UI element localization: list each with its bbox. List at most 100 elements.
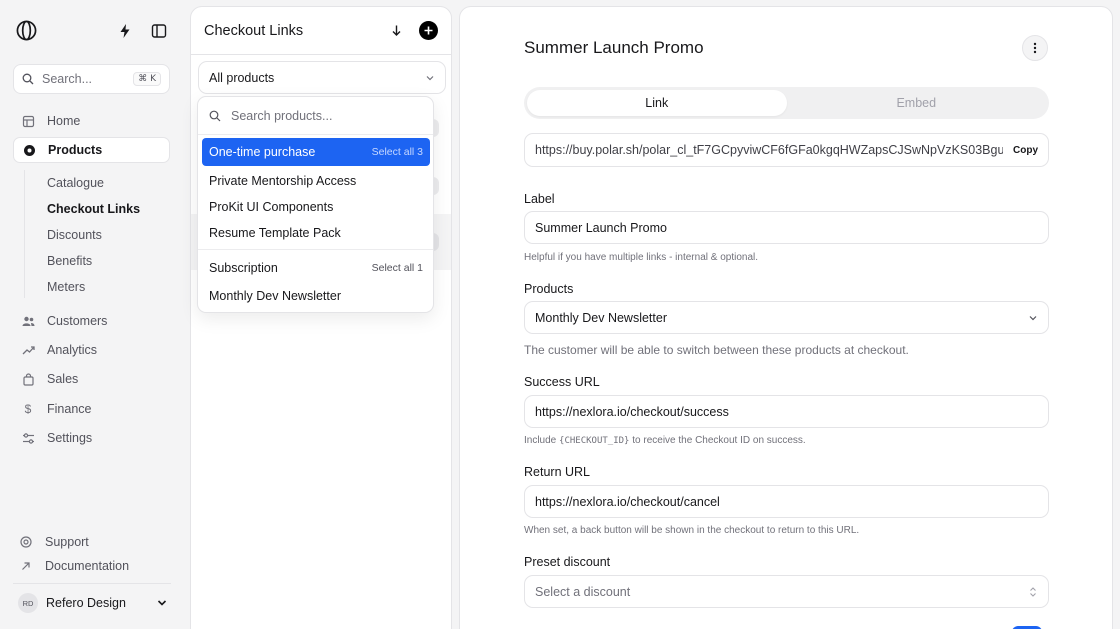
nav-item-settings[interactable]: Settings: [13, 425, 170, 451]
products-subnav: Catalogue Checkout Links Discounts Benef…: [24, 170, 164, 298]
product-filter-select[interactable]: All products: [198, 61, 446, 94]
label-input-value: Summer Launch Promo: [535, 220, 668, 235]
settings-icon: [21, 431, 35, 445]
search-placeholder: Search...: [42, 72, 93, 86]
dropdown-group-one-time[interactable]: One-time purchase Select all 3: [202, 138, 430, 166]
label-field-label: Label: [524, 192, 555, 206]
checkout-url: https://buy.polar.sh/polar_cl_tF7GCpyviw…: [535, 143, 1003, 157]
preset-discount-select[interactable]: Select a discount: [524, 575, 1049, 608]
dropdown-option[interactable]: Resume Template Pack: [202, 219, 430, 247]
dropdown-group-subscription[interactable]: Subscription Select all 1: [202, 254, 430, 282]
dropdown-divider: [198, 249, 433, 250]
preset-discount-placeholder: Select a discount: [535, 584, 631, 599]
products-select[interactable]: Monthly Dev Newsletter: [524, 301, 1049, 334]
user-name: Refero Design: [46, 596, 126, 610]
product-filter-dropdown: Search products... One-time purchase Sel…: [197, 96, 434, 313]
avatar: RD: [18, 593, 38, 613]
help-text: to receive the Checkout ID on success.: [632, 435, 806, 446]
tab-embed[interactable]: Embed: [787, 90, 1047, 116]
nav-item-finance[interactable]: $ Finance: [13, 396, 170, 422]
select-all-subscription[interactable]: Select all 1: [372, 262, 423, 274]
label-input[interactable]: Summer Launch Promo: [524, 211, 1049, 244]
home-icon: [21, 114, 35, 128]
return-url-input[interactable]: https://nexlora.io/checkout/cancel: [524, 485, 1049, 518]
sales-icon: [21, 372, 35, 386]
product-filter-value: All products: [209, 70, 275, 85]
nav-label: Products: [48, 143, 103, 157]
dropdown-search-placeholder: Search products...: [231, 108, 333, 123]
help-text: Include: [524, 435, 557, 446]
lightning-icon[interactable]: [117, 23, 133, 39]
products-icon: [22, 143, 36, 157]
group-label: One-time purchase: [209, 145, 316, 159]
nav-item-sales[interactable]: Sales: [13, 366, 170, 392]
label-help-text: Helpful if you have multiple links - int…: [524, 252, 759, 263]
dropdown-option[interactable]: ProKit UI Components: [202, 193, 430, 221]
chevron-up-down-icon: [1030, 586, 1036, 597]
support-label: Support: [45, 535, 89, 549]
nav-label: Settings: [47, 431, 93, 445]
chevron-down-icon: [157, 600, 167, 606]
success-url-value: https://nexlora.io/checkout/success: [535, 404, 729, 419]
dropdown-option[interactable]: Private Mentorship Access: [202, 167, 430, 195]
checkout-link-detail: Summer Launch Promo Link Embed https://b…: [459, 6, 1113, 629]
external-link-icon: [20, 560, 34, 572]
nav-label: Finance: [47, 402, 92, 416]
subnav-item-checkout-links[interactable]: Checkout Links: [47, 202, 140, 216]
success-url-label: Success URL: [524, 375, 600, 389]
subnav-item-benefits[interactable]: Benefits: [47, 254, 92, 268]
sidebar: Search... ⌘ K Home Products Catalogue Ch…: [0, 0, 184, 629]
nav-item-products[interactable]: Products: [13, 137, 170, 163]
documentation-label: Documentation: [45, 559, 130, 573]
success-url-help-text: Include {CHECKOUT_ID} to receive the Che…: [524, 435, 806, 446]
subnav-item-meters[interactable]: Meters: [47, 280, 85, 294]
sort-button[interactable]: [386, 21, 406, 41]
polar-logo-icon[interactable]: [16, 20, 37, 41]
nav-item-home[interactable]: Home: [13, 108, 170, 134]
plus-icon: [418, 21, 438, 40]
search-shortcut: ⌘ K: [133, 72, 161, 86]
documentation-link[interactable]: Documentation: [20, 559, 129, 573]
list-title: Checkout Links: [204, 22, 304, 39]
success-url-input[interactable]: https://nexlora.io/checkout/success: [524, 395, 1049, 428]
subnav-item-catalogue[interactable]: Catalogue: [47, 176, 104, 190]
group-label: Subscription: [209, 261, 278, 275]
list-header: Checkout Links: [191, 7, 451, 55]
support-icon: [20, 536, 34, 548]
tab-link[interactable]: Link: [527, 90, 787, 116]
nav-item-analytics[interactable]: Analytics: [13, 337, 170, 363]
support-link[interactable]: Support: [20, 535, 89, 549]
dropdown-option[interactable]: Monthly Dev Newsletter: [202, 282, 430, 310]
checkout-id-code: {CHECKOUT_ID}: [559, 436, 630, 446]
nav-label: Analytics: [47, 343, 98, 357]
sidebar-footer-divider: [13, 583, 171, 584]
copy-button[interactable]: Copy: [1013, 145, 1038, 156]
checkout-url-field[interactable]: https://buy.polar.sh/polar_cl_tF7GCpyviw…: [524, 133, 1049, 167]
chevron-down-icon: [1029, 315, 1037, 320]
more-options-button[interactable]: [1022, 35, 1048, 61]
nav-label: Sales: [47, 372, 79, 386]
search-input[interactable]: Search... ⌘ K: [13, 64, 170, 94]
arrow-down-icon: [392, 25, 400, 36]
subnav-item-discounts[interactable]: Discounts: [47, 228, 102, 242]
more-vertical-icon: [1033, 42, 1037, 54]
preset-discount-label: Preset discount: [524, 555, 611, 569]
nav-label: Home: [47, 114, 81, 128]
nav-item-customers[interactable]: Customers: [13, 308, 170, 334]
search-icon: [209, 110, 221, 121]
dollar-icon: $: [24, 402, 32, 416]
return-url-value: https://nexlora.io/checkout/cancel: [535, 494, 720, 509]
search-icon: [22, 73, 34, 85]
page-title: Summer Launch Promo: [524, 38, 704, 57]
products-select-value: Monthly Dev Newsletter: [535, 310, 667, 325]
select-all-one-time[interactable]: Select all 3: [372, 146, 423, 158]
products-help-text: The customer will be able to switch betw…: [524, 343, 909, 357]
user-menu[interactable]: RD Refero Design: [18, 592, 168, 614]
dropdown-search-input[interactable]: Search products...: [198, 97, 433, 135]
chevron-down-icon: [426, 75, 434, 80]
add-checkout-link-button[interactable]: [418, 21, 438, 41]
return-url-label: Return URL: [524, 465, 590, 479]
link-embed-tabs: Link Embed: [524, 87, 1049, 119]
customers-icon: [21, 314, 35, 328]
sidebar-toggle-icon[interactable]: [151, 23, 167, 39]
